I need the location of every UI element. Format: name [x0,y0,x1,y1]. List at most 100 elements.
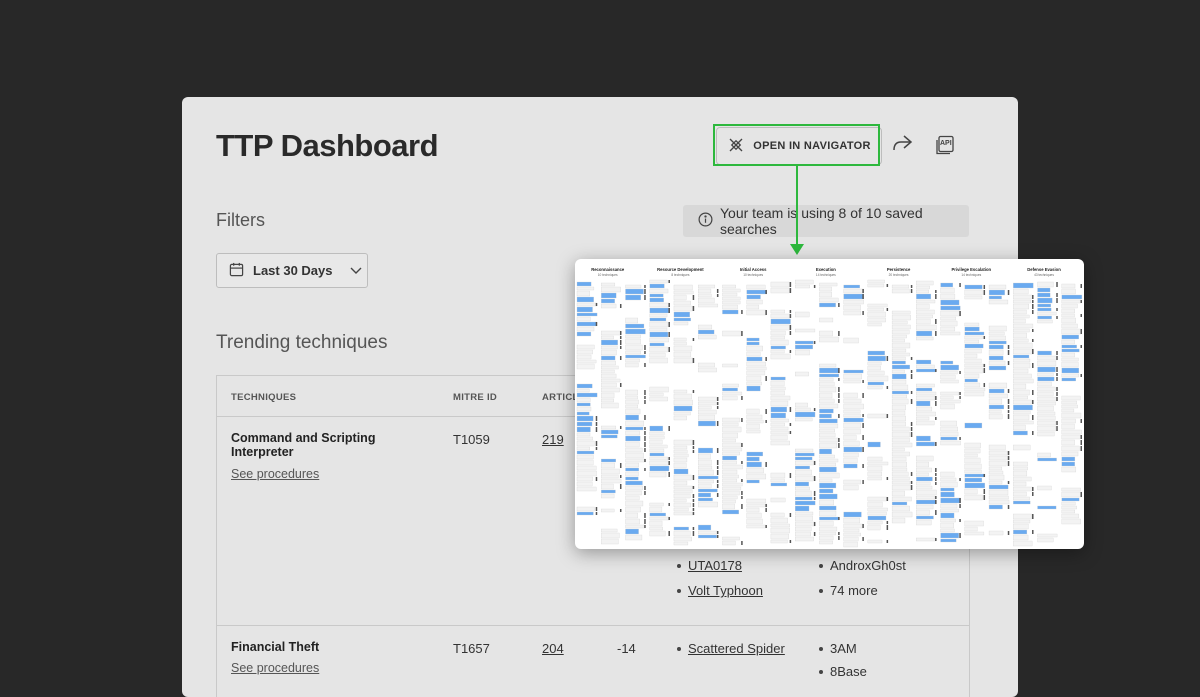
technique-cell[interactable] [1061,288,1076,295]
technique-cell[interactable] [625,338,641,345]
technique-cell[interactable] [964,322,980,327]
technique-cell[interactable] [891,373,907,380]
subtechnique-handle[interactable] [1007,290,1010,295]
technique-cell[interactable] [576,411,590,416]
technique-cell[interactable] [649,357,668,364]
subtechnique-handle[interactable] [910,432,913,437]
technique-cell[interactable] [964,531,985,536]
subtechnique-handle[interactable] [1080,492,1083,497]
subtechnique-handle[interactable] [983,383,986,387]
subtechnique-handle[interactable] [1080,374,1083,377]
subtechnique-handle[interactable] [668,322,670,327]
technique-cell[interactable] [794,515,813,522]
technique-cell[interactable] [698,530,718,535]
technique-cell[interactable] [843,422,861,429]
technique-cell[interactable] [1037,396,1057,402]
technique-cell[interactable] [819,458,839,463]
technique-cell[interactable] [770,339,789,346]
technique-cell[interactable] [649,293,664,298]
technique-cell[interactable] [964,373,980,379]
technique-cell[interactable] [625,414,639,421]
technique-cell[interactable] [698,475,719,480]
technique-cell[interactable] [673,502,692,508]
technique-cell[interactable] [988,382,1008,389]
technique-cell[interactable] [746,341,760,346]
technique-cell[interactable] [649,302,670,308]
subtechnique-handle[interactable] [935,290,937,293]
technique-cell[interactable] [625,462,639,468]
technique-cell[interactable] [1013,523,1029,530]
technique-cell[interactable] [625,495,640,501]
technique-cell[interactable] [843,379,861,384]
technique-cell[interactable] [988,409,1002,414]
technique-cell[interactable] [722,447,743,452]
technique-cell[interactable] [722,417,740,423]
technique-cell[interactable] [916,324,937,331]
technique-cell[interactable] [698,329,715,335]
subtechnique-handle[interactable] [1056,397,1058,401]
technique-cell[interactable] [649,331,669,338]
technique-cell[interactable] [625,334,641,339]
technique-cell[interactable] [576,331,592,337]
technique-cell[interactable] [940,522,954,529]
technique-cell[interactable] [770,482,788,487]
technique-cell[interactable] [1061,294,1083,300]
technique-cell[interactable] [964,422,983,429]
technique-cell[interactable] [601,286,621,293]
technique-cell[interactable] [988,455,1010,461]
technique-cell[interactable] [649,279,668,284]
technique-cell[interactable] [1013,414,1030,421]
subtechnique-handle[interactable] [862,435,864,440]
technique-cell[interactable] [940,503,958,509]
technique-cell[interactable] [625,490,642,496]
technique-cell[interactable] [916,289,929,294]
technique-cell[interactable] [940,512,955,519]
technique-cell[interactable] [649,321,668,328]
subtechnique-handle[interactable] [1056,282,1058,287]
subtechnique-handle[interactable] [595,422,598,426]
subtechnique-handle[interactable] [959,392,961,395]
technique-cell[interactable] [916,336,934,341]
subtechnique-handle[interactable] [910,472,913,476]
subtechnique-handle[interactable] [935,496,937,499]
subtechnique-handle[interactable] [789,350,792,353]
subtechnique-handle[interactable] [813,476,816,481]
subtechnique-handle[interactable] [813,408,816,411]
technique-cell[interactable] [1037,360,1057,367]
technique-cell[interactable] [1061,352,1075,358]
subtechnique-handle[interactable] [959,311,961,316]
subtechnique-handle[interactable] [668,461,670,465]
technique-cell[interactable] [601,369,615,374]
technique-cell[interactable] [891,456,907,462]
subtechnique-handle[interactable] [644,525,646,528]
technique-cell[interactable] [819,377,834,382]
technique-cell[interactable] [673,294,687,301]
subtechnique-handle[interactable] [935,401,937,406]
technique-cell[interactable] [625,399,639,405]
technique-cell[interactable] [1037,287,1051,293]
technique-cell[interactable] [601,528,618,533]
technique-cell[interactable] [1013,389,1030,396]
technique-cell[interactable] [964,457,981,464]
technique-cell[interactable] [1013,354,1030,359]
technique-cell[interactable] [722,478,738,483]
api-button[interactable]: API [933,133,957,157]
technique-cell[interactable] [746,451,763,457]
subtechnique-handle[interactable] [862,414,864,417]
technique-cell[interactable] [891,338,905,343]
subtechnique-handle[interactable] [595,322,598,326]
technique-cell[interactable] [576,326,595,332]
technique-cell[interactable] [576,450,595,455]
subtechnique-handle[interactable] [910,481,913,484]
subtechnique-handle[interactable] [789,423,792,426]
technique-cell[interactable] [819,336,839,343]
technique-cell[interactable] [1037,425,1056,432]
technique-cell[interactable] [576,454,594,460]
technique-cell[interactable] [576,383,593,389]
technique-cell[interactable] [649,516,670,521]
subtechnique-handle[interactable] [838,378,840,381]
technique-cell[interactable] [867,501,883,508]
subtechnique-handle[interactable] [692,338,695,341]
subtechnique-handle[interactable] [644,459,646,462]
technique-cell[interactable] [746,304,760,310]
